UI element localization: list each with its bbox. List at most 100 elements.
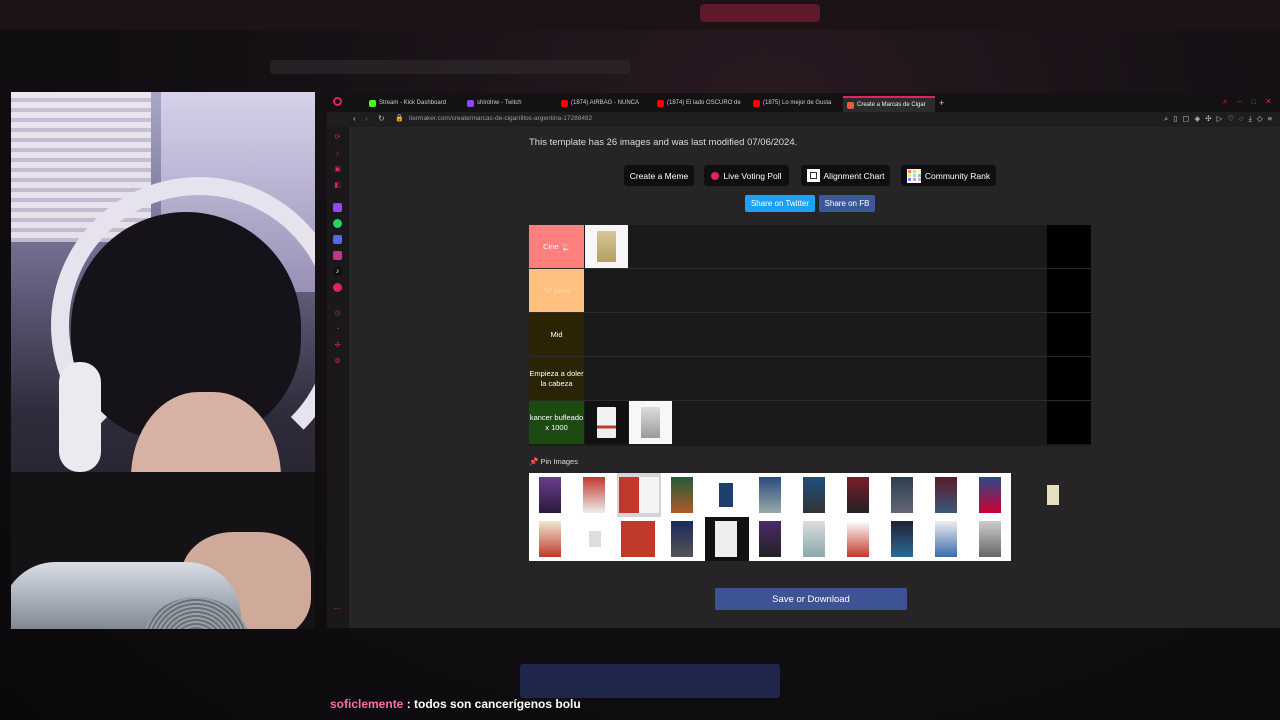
gallery-image[interactable] [529, 517, 573, 561]
gallery-image[interactable] [881, 517, 925, 561]
sidebar-music-icon[interactable] [333, 283, 342, 292]
sidebar-history-icon[interactable]: ◔ [333, 325, 342, 334]
sidebar-whatsapp-icon[interactable] [333, 219, 342, 228]
gallery-image[interactable] [661, 517, 705, 561]
background-blurred-text [270, 60, 630, 74]
gallery-image[interactable] [969, 517, 1013, 561]
sidebar-more-icon[interactable]: ⋯ [333, 605, 342, 614]
tab-twitch[interactable]: shirotnw - Twitch [467, 96, 557, 110]
tier-label[interactable]: kancer bufleado x 1000 [529, 401, 584, 444]
gallery-image[interactable] [1033, 473, 1077, 517]
back-icon[interactable]: ‹ [353, 114, 356, 123]
opera-logo-icon[interactable] [333, 97, 342, 106]
sidebar-settings-icon[interactable]: ⚙ [333, 357, 342, 366]
sidebar-box-icon[interactable]: ▣ [333, 165, 342, 174]
menu-icon[interactable]: ≡ [1268, 114, 1272, 124]
tier-settings[interactable] [1047, 313, 1091, 356]
gallery-image[interactable] [793, 517, 837, 561]
tier-items[interactable] [585, 401, 1047, 444]
pin-icon: 📌 [529, 457, 539, 466]
create-meme-button[interactable]: Create a Meme [624, 165, 694, 186]
tab-youtube-2[interactable]: (1874) El lado OSCURO de [657, 96, 741, 110]
share-twitter-button[interactable]: Share on Twitter [745, 195, 815, 212]
forward-icon[interactable]: › [365, 114, 368, 123]
tab-tiermaker[interactable]: Create a Marcas de Cigar [843, 96, 935, 112]
sidebar-tiktok-icon[interactable]: ♪ [333, 267, 342, 276]
chat-icon[interactable]: ◌ [1239, 114, 1243, 124]
live-voting-poll-button[interactable]: Live Voting Poll [704, 165, 789, 186]
share-fb-button[interactable]: Share on FB [819, 195, 875, 212]
tier-settings[interactable] [1047, 401, 1091, 444]
tier-row: kancer bufleado x 1000 [529, 401, 1091, 444]
tier-label[interactable]: Mid [529, 313, 584, 356]
chat-username: soficlemente [330, 697, 404, 711]
gallery-image[interactable] [881, 473, 925, 517]
snapshot-icon[interactable]: ▢ [1182, 114, 1189, 124]
tier-label[interactable]: Ta' piola [529, 269, 584, 312]
tier-items[interactable] [585, 269, 1047, 312]
gallery-image[interactable] [661, 473, 705, 517]
sidebar-bell-icon[interactable]: ♪ [333, 149, 342, 158]
pin-images-toggle[interactable]: 📌 Pin Images [529, 457, 578, 466]
alignment-chart-button[interactable]: Alignment Chart [801, 165, 890, 186]
sidebar-instagram-icon[interactable] [333, 251, 342, 260]
search-tabs-icon[interactable]: ⌕ [1223, 97, 1227, 107]
zoom-icon[interactable]: ⌕ [1164, 114, 1168, 124]
tier-settings[interactable] [1047, 269, 1091, 312]
save-or-download-button[interactable]: Save or Download [715, 588, 907, 610]
tier-settings[interactable] [1047, 357, 1091, 400]
tab-youtube-3[interactable]: (1875) Lo mejor de Gusta [753, 96, 837, 110]
bookmark-icon[interactable]: ▯ [1173, 114, 1177, 124]
cigarette-pack-image[interactable] [629, 401, 672, 444]
maximize-icon[interactable]: □ [1251, 97, 1256, 106]
sidebar-clock-icon[interactable]: ◷ [333, 309, 342, 318]
tier-list: Cine 🚬 Ta' piola Mid Empieza a doler la … [529, 225, 1091, 446]
cigarette-pack-image[interactable] [585, 401, 628, 444]
gallery-image[interactable] [529, 473, 573, 517]
tier-items[interactable] [585, 313, 1047, 356]
tab-kick[interactable]: Stream - Kick Dashboard [369, 96, 461, 110]
gallery-image[interactable] [925, 517, 969, 561]
gallery-image[interactable] [705, 517, 749, 561]
tier-settings[interactable] [1047, 225, 1091, 268]
tiermaker-page: This template has 26 images and was last… [349, 127, 1280, 628]
shield-icon[interactable]: ◈ [1194, 114, 1200, 124]
new-tab-button[interactable]: + [939, 96, 944, 110]
gallery-image[interactable] [617, 517, 661, 561]
tier-label[interactable]: Cine 🚬 [529, 225, 584, 268]
reload-icon[interactable]: ↻ [378, 114, 385, 123]
sidebar-store-icon[interactable]: ◧ [333, 181, 342, 190]
player-icon[interactable]: ▷ [1217, 114, 1223, 124]
community-rank-button[interactable]: Community Rank [901, 165, 996, 186]
button-label: Create a Meme [629, 170, 689, 181]
url-field[interactable]: tiermaker.com/create/marcas-de-cigarrill… [409, 115, 592, 122]
tier-row: Ta' piola [529, 269, 1091, 313]
pack-graphic [597, 231, 616, 262]
gallery-image[interactable] [573, 473, 617, 517]
gallery-image[interactable] [837, 517, 881, 561]
tier-items[interactable] [585, 225, 1047, 268]
gallery-image[interactable] [749, 473, 793, 517]
gallery-image[interactable] [837, 473, 881, 517]
gallery-image[interactable] [573, 517, 617, 561]
minimize-icon[interactable]: – [1237, 97, 1241, 106]
gallery-image[interactable] [749, 517, 793, 561]
sidebar-refresh-icon[interactable]: ⟳ [333, 133, 342, 142]
tier-label[interactable]: Empieza a doler la cabeza [529, 357, 584, 400]
cigarette-pack-image[interactable] [585, 225, 628, 268]
ai-icon[interactable]: ◇ [1257, 114, 1263, 124]
download-icon[interactable]: ⤓ [1249, 114, 1252, 124]
sidebar-extension-icon[interactable]: ✣ [333, 341, 342, 350]
tab-youtube-1[interactable]: (1874) AIRBAG - NUNCA [561, 96, 649, 110]
sidebar-discord-icon[interactable] [333, 235, 342, 244]
gallery-image[interactable] [969, 473, 1013, 517]
gallery-image[interactable] [705, 473, 749, 517]
gallery-image[interactable] [617, 473, 661, 517]
gallery-image[interactable] [925, 473, 969, 517]
sidebar-twitch-icon[interactable] [333, 203, 342, 212]
extensions-icon[interactable]: ✣ [1205, 114, 1211, 124]
gallery-image[interactable] [793, 473, 837, 517]
heart-icon[interactable]: ♡ [1227, 114, 1234, 124]
tier-items[interactable] [585, 357, 1047, 400]
close-icon[interactable]: ✕ [1265, 97, 1272, 106]
